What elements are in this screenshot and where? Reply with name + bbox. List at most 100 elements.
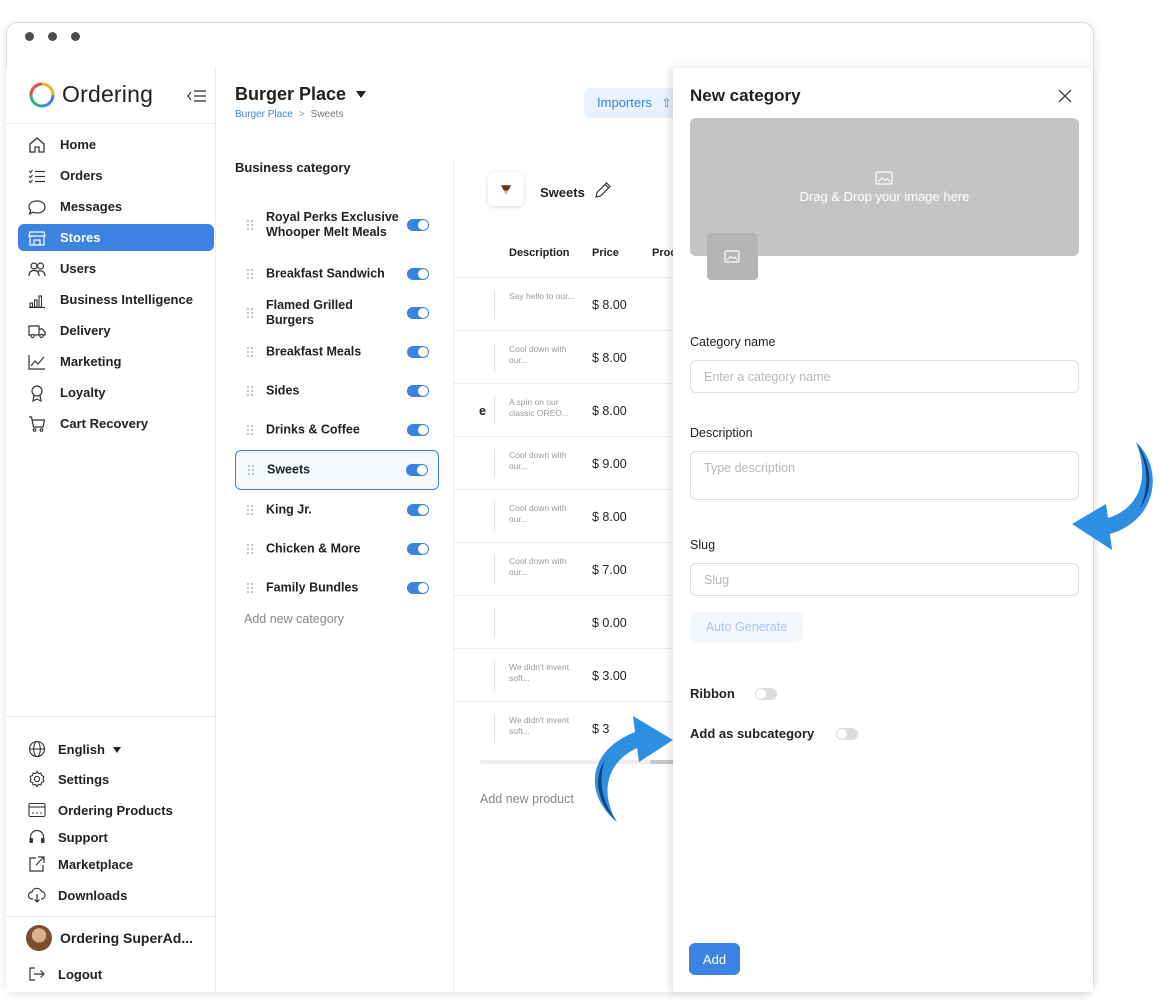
sidebar-item-orders[interactable]: Orders <box>18 162 214 189</box>
chevron-down-icon <box>113 747 121 753</box>
breadcrumb-current: Sweets <box>310 109 344 120</box>
category-item[interactable]: King Jr. <box>235 490 439 530</box>
category-item[interactable]: Breakfast Sandwich <box>235 254 439 294</box>
category-toggle[interactable] <box>407 346 429 358</box>
category-name-input[interactable] <box>690 360 1079 393</box>
category-item[interactable]: Sides <box>235 371 439 411</box>
sidebar-item-home[interactable]: Home <box>18 131 214 158</box>
drag-handle-icon[interactable] <box>246 307 254 319</box>
sidebar-item-loyalty[interactable]: Loyalty <box>18 379 214 406</box>
category-toggle[interactable] <box>407 424 429 436</box>
language-selector[interactable]: English <box>18 737 214 761</box>
category-item[interactable]: Family Bundles <box>235 568 439 608</box>
sidebar-header: Ordering <box>6 68 216 124</box>
drag-handle-icon[interactable] <box>246 385 254 397</box>
category-item[interactable]: Flamed Grilled Burgers <box>235 293 439 333</box>
sidebar-item-marketing[interactable]: Marketing <box>18 348 214 375</box>
sidebar-item-business-intelligence[interactable]: Business Intelligence <box>18 286 214 313</box>
product-price: $ 8.00 <box>592 404 627 418</box>
drag-handle-icon[interactable] <box>246 424 254 436</box>
importers-button[interactable]: Importers ⇧ <box>584 88 676 118</box>
logout-icon <box>29 967 45 981</box>
user-profile[interactable]: Ordering SuperAd... <box>6 916 216 958</box>
product-panel: Sweets Description Price Proc Say hello … <box>453 158 677 992</box>
category-item-selected[interactable]: Sweets <box>235 450 439 490</box>
sidebar-item-label: Stores <box>60 230 101 245</box>
sidebar-item-settings[interactable]: Settings <box>18 767 214 791</box>
category-item[interactable]: Drinks & Coffee <box>235 410 439 450</box>
table-row[interactable]: e A spin on our classic OREO... $ 8.00 <box>454 384 677 437</box>
app-name: Ordering <box>62 81 154 107</box>
selected-category-title: Sweets <box>540 185 585 200</box>
add-product-link[interactable]: Add new product <box>480 792 574 806</box>
sidebar-item-ordering-products[interactable]: Ordering Products <box>18 798 214 822</box>
table-row[interactable]: We didn't invent soft... $ 3.00 <box>454 649 677 702</box>
category-toggle[interactable] <box>407 219 429 231</box>
drag-handle-icon[interactable] <box>246 346 254 358</box>
pointer-arrow-icon <box>1072 442 1153 550</box>
category-item[interactable]: Royal Perks Exclusive Whooper Melt Meals <box>235 203 439 247</box>
subcategory-toggle[interactable] <box>836 728 858 740</box>
slug-input[interactable] <box>690 563 1079 596</box>
drag-handle-icon[interactable] <box>246 504 254 516</box>
category-toggle[interactable] <box>406 464 428 476</box>
sidebar-item-label: Ordering Products <box>58 803 173 818</box>
add-button[interactable]: Add <box>689 943 740 975</box>
auto-generate-button[interactable]: Auto Generate <box>690 612 803 642</box>
collapse-menu-icon[interactable] <box>186 86 208 106</box>
sidebar-item-label: Downloads <box>58 888 128 903</box>
product-price: $ 7.00 <box>592 563 627 577</box>
ribbon-toggle[interactable] <box>755 688 777 700</box>
category-toggle[interactable] <box>407 385 429 397</box>
category-name: Sweets <box>267 462 311 477</box>
category-toggle[interactable] <box>407 543 429 555</box>
drag-handle-icon[interactable] <box>246 219 254 231</box>
category-item[interactable]: Chicken & More <box>235 529 439 569</box>
sidebar-item-cart-recovery[interactable]: Cart Recovery <box>18 410 214 437</box>
drag-handle-icon[interactable] <box>246 543 254 555</box>
category-name: Family Bundles <box>266 580 359 595</box>
cart-icon <box>29 416 46 432</box>
table-row[interactable]: Cool down with our... $ 9.00 <box>454 437 677 490</box>
sidebar-item-marketplace[interactable]: Marketplace <box>18 852 214 876</box>
sidebar-item-messages[interactable]: Messages <box>18 193 214 220</box>
description-input[interactable] <box>690 451 1079 500</box>
home-icon <box>29 137 45 153</box>
globe-icon <box>28 740 46 758</box>
product-price: $ 8.00 <box>592 510 627 524</box>
sidebar-item-label: Business Intelligence <box>60 292 193 307</box>
sidebar-item-users[interactable]: Users <box>18 255 214 282</box>
upload-icon: ⇧ <box>661 96 672 110</box>
breadcrumb-root[interactable]: Burger Place <box>235 109 293 120</box>
pencil-icon[interactable] <box>593 180 613 200</box>
table-row[interactable]: Cool down with our... $ 7.00 <box>454 543 677 596</box>
table-row[interactable]: Cool down with our... $ 8.00 <box>454 490 677 543</box>
category-toggle[interactable] <box>407 307 429 319</box>
table-row[interactable]: Say hello to our... $ 8.00 <box>454 278 677 331</box>
category-name: Chicken & More <box>266 541 361 556</box>
table-row[interactable]: Cool down with our... $ 8.00 <box>454 331 677 384</box>
chevron-down-icon[interactable] <box>356 91 366 98</box>
category-item[interactable]: Breakfast Meals <box>235 332 439 372</box>
sidebar-item-delivery[interactable]: Delivery <box>18 317 214 344</box>
category-name: Royal Perks Exclusive Whooper Melt Meals <box>266 210 399 239</box>
category-toggle[interactable] <box>407 504 429 516</box>
category-toggle[interactable] <box>407 268 429 280</box>
table-row[interactable]: $ 0.00 <box>454 596 677 649</box>
drag-handle-icon[interactable] <box>246 268 254 280</box>
drag-handle-icon[interactable] <box>247 464 255 476</box>
add-category-link[interactable]: Add new category <box>244 612 344 626</box>
sidebar-item-stores[interactable]: Stores <box>18 224 214 251</box>
store-icon <box>28 231 46 246</box>
image-thumbnail[interactable] <box>707 233 758 280</box>
sidebar-item-support[interactable]: Support <box>18 825 214 849</box>
page-title[interactable]: Burger Place <box>235 84 346 105</box>
sidebar-item-label: Users <box>60 261 97 276</box>
sidebar-item-downloads[interactable]: Downloads <box>18 883 214 907</box>
subcategory-row: Add as subcategory <box>690 724 870 744</box>
category-toggle[interactable] <box>407 582 429 594</box>
gear-icon <box>29 770 45 788</box>
close-icon[interactable] <box>1056 87 1074 105</box>
drag-handle-icon[interactable] <box>246 582 254 594</box>
logout-button[interactable]: Logout <box>18 962 214 986</box>
